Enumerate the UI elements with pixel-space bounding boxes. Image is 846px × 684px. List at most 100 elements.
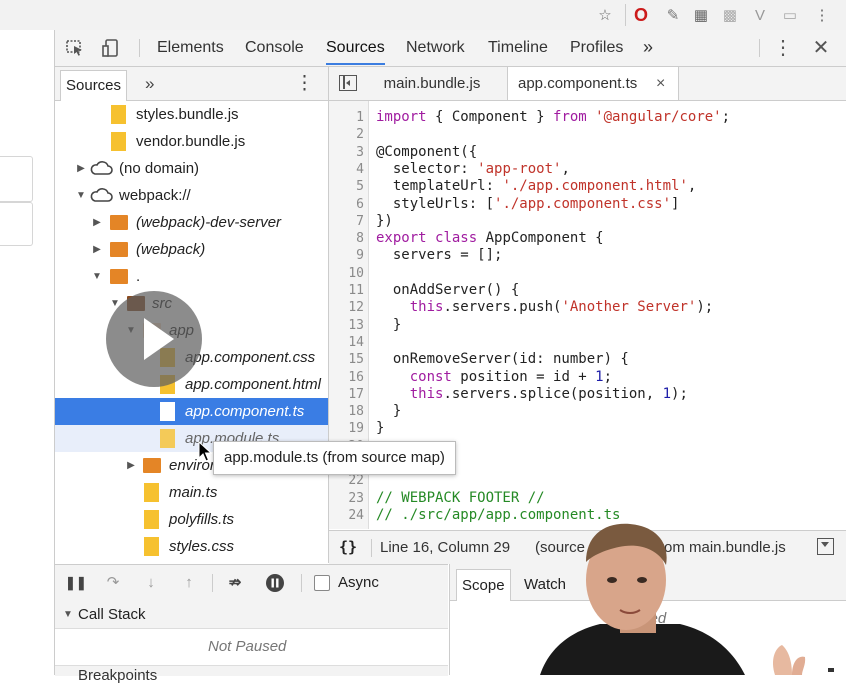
code-line[interactable]: }) [376, 213, 393, 230]
more-navigator-chevron-icon[interactable]: » [145, 67, 154, 100]
tab-console[interactable]: Console [245, 30, 304, 65]
code-line[interactable]: const position = id + 1; [376, 369, 612, 386]
collapse-arrow-icon[interactable]: ▼ [91, 263, 103, 290]
expand-arrow-icon[interactable]: ▶ [91, 209, 103, 236]
tab-main-bundle[interactable]: main.bundle.js [367, 67, 497, 100]
file-icon [144, 483, 159, 502]
code-line[interactable]: } [376, 403, 401, 420]
line-number[interactable]: 2 [356, 126, 364, 143]
tab-navigator-sources[interactable]: Sources [60, 70, 128, 101]
tree-item-domain[interactable]: ▶ (no domain) [55, 155, 328, 182]
expand-arrow-icon[interactable]: ▶ [75, 155, 87, 182]
tree-item-file[interactable]: styles.css [55, 533, 328, 560]
step-out-icon[interactable]: ↑ [179, 573, 199, 593]
code-line[interactable]: styleUrls: ['./app.component.css'] [376, 196, 680, 213]
line-number[interactable]: 11 [348, 282, 364, 299]
bookmark-star-icon[interactable]: ☆ [595, 5, 615, 25]
line-number[interactable]: 13 [348, 317, 364, 334]
line-number[interactable]: 1 [356, 109, 364, 126]
tab-network[interactable]: Network [406, 30, 465, 65]
line-number[interactable]: 17 [348, 386, 364, 403]
tree-item-file[interactable]: vendor.bundle.js [55, 128, 328, 155]
line-number[interactable]: 14 [348, 334, 364, 351]
browser-menu-icon[interactable]: ⋮ [812, 5, 832, 25]
code-line[interactable]: servers = []; [376, 247, 503, 264]
more-tabs-chevron-icon[interactable]: » [643, 30, 653, 65]
page-input-box[interactable] [0, 156, 33, 202]
grid-extension-icon[interactable]: ▦ [691, 5, 711, 25]
code-line[interactable]: onRemoveServer(id: number) { [376, 351, 629, 368]
tab-app-component[interactable]: app.component.ts × [507, 67, 679, 100]
expand-arrow-icon[interactable]: ▶ [91, 236, 103, 263]
opera-extension-icon[interactable]: O [631, 5, 651, 25]
deactivate-breakpoints-icon[interactable]: ⇏ [225, 573, 245, 593]
close-tab-icon[interactable]: × [656, 67, 665, 101]
tree-item-domain[interactable]: ▼ webpack:// [55, 182, 328, 209]
code-line[interactable]: } [376, 317, 401, 334]
tab-profiles[interactable]: Profiles [570, 30, 623, 65]
code-line[interactable]: this.servers.splice(position, 1); [376, 386, 688, 403]
eyedropper-extension-icon[interactable]: ✎ [663, 5, 683, 25]
line-number[interactable]: 6 [356, 196, 364, 213]
tree-item-file[interactable]: main.ts [55, 479, 328, 506]
code-line[interactable]: } [376, 420, 384, 437]
tree-item-folder[interactable]: ▶ (webpack) [55, 236, 328, 263]
tree-item-folder[interactable]: ▶ (webpack)-dev-server [55, 209, 328, 236]
v-extension-icon[interactable]: V [750, 5, 770, 25]
code-line[interactable]: this.servers.push('Another Server'); [376, 299, 713, 316]
code-line[interactable]: // WEBPACK FOOTER // [376, 490, 545, 507]
tab-scope[interactable]: Scope [456, 569, 511, 601]
tab-sources[interactable]: Sources [326, 30, 385, 65]
tab-timeline[interactable]: Timeline [488, 30, 548, 65]
code-line[interactable]: @Component({ [376, 144, 477, 161]
close-icon[interactable]: ✕ [811, 38, 831, 58]
line-number[interactable]: 5 [356, 178, 364, 195]
tree-item-folder[interactable]: ▼ . [55, 263, 328, 290]
tree-item-label: (no domain) [119, 160, 200, 177]
tab-elements[interactable]: Elements [157, 30, 224, 65]
call-stack-header[interactable]: ▼ Call Stack [55, 601, 448, 629]
code-line[interactable]: onAddServer() { [376, 282, 519, 299]
line-number[interactable]: 12 [348, 299, 364, 316]
navigator-menu-icon[interactable]: ⋮ [295, 67, 314, 100]
code-line[interactable]: templateUrl: './app.component.html', [376, 178, 696, 195]
step-into-icon[interactable]: ↓ [141, 573, 161, 593]
line-number[interactable]: 24 [348, 507, 364, 524]
line-number[interactable]: 3 [356, 144, 364, 161]
line-number[interactable]: 8 [356, 230, 364, 247]
cast-extension-icon[interactable]: ▭ [780, 5, 800, 25]
page-input-box[interactable] [0, 202, 33, 246]
file-icon [111, 132, 126, 151]
video-play-button[interactable] [106, 291, 202, 387]
line-number[interactable]: 7 [356, 213, 364, 230]
breakpoints-header[interactable]: Breakpoints [55, 665, 448, 684]
line-number[interactable]: 18 [348, 403, 364, 420]
tree-item-label: polyfills.ts [169, 511, 235, 528]
devtools-menu-icon[interactable]: ⋮ [773, 38, 793, 58]
toggle-navigator-icon[interactable] [339, 75, 357, 91]
inspect-element-icon[interactable] [65, 38, 85, 58]
line-number[interactable]: 4 [356, 161, 364, 178]
step-over-icon[interactable]: ↷ [103, 573, 123, 593]
line-number[interactable]: 19 [348, 420, 364, 437]
collapse-arrow-icon[interactable]: ▼ [75, 182, 87, 209]
tree-item-file[interactable]: styles.bundle.js [55, 101, 328, 128]
pretty-print-icon[interactable]: {} [339, 531, 357, 564]
device-toolbar-icon[interactable] [101, 38, 121, 58]
code-line[interactable]: selector: 'app-root', [376, 161, 570, 178]
line-number[interactable]: 10 [348, 265, 364, 282]
line-number[interactable]: 16 [348, 369, 364, 386]
debugger-toolbar: ❚❚ ↷ ↓ ↑ ⇏ Async [55, 564, 448, 602]
code-line[interactable]: import { Component } from '@angular/core… [376, 109, 730, 126]
line-number[interactable]: 23 [348, 490, 364, 507]
line-number[interactable]: 9 [356, 247, 364, 264]
pause-icon[interactable]: ❚❚ [65, 573, 87, 593]
code-line[interactable]: export class AppComponent { [376, 230, 604, 247]
tree-item-file[interactable]: polyfills.ts [55, 506, 328, 533]
async-checkbox[interactable] [314, 575, 330, 591]
pause-on-exceptions-icon[interactable] [265, 573, 285, 593]
tree-item-file-selected[interactable]: app.component.ts [55, 398, 328, 425]
square-extension-icon[interactable]: ▩ [720, 5, 740, 25]
expand-arrow-icon[interactable]: ▶ [125, 452, 137, 479]
line-number[interactable]: 15 [348, 351, 364, 368]
